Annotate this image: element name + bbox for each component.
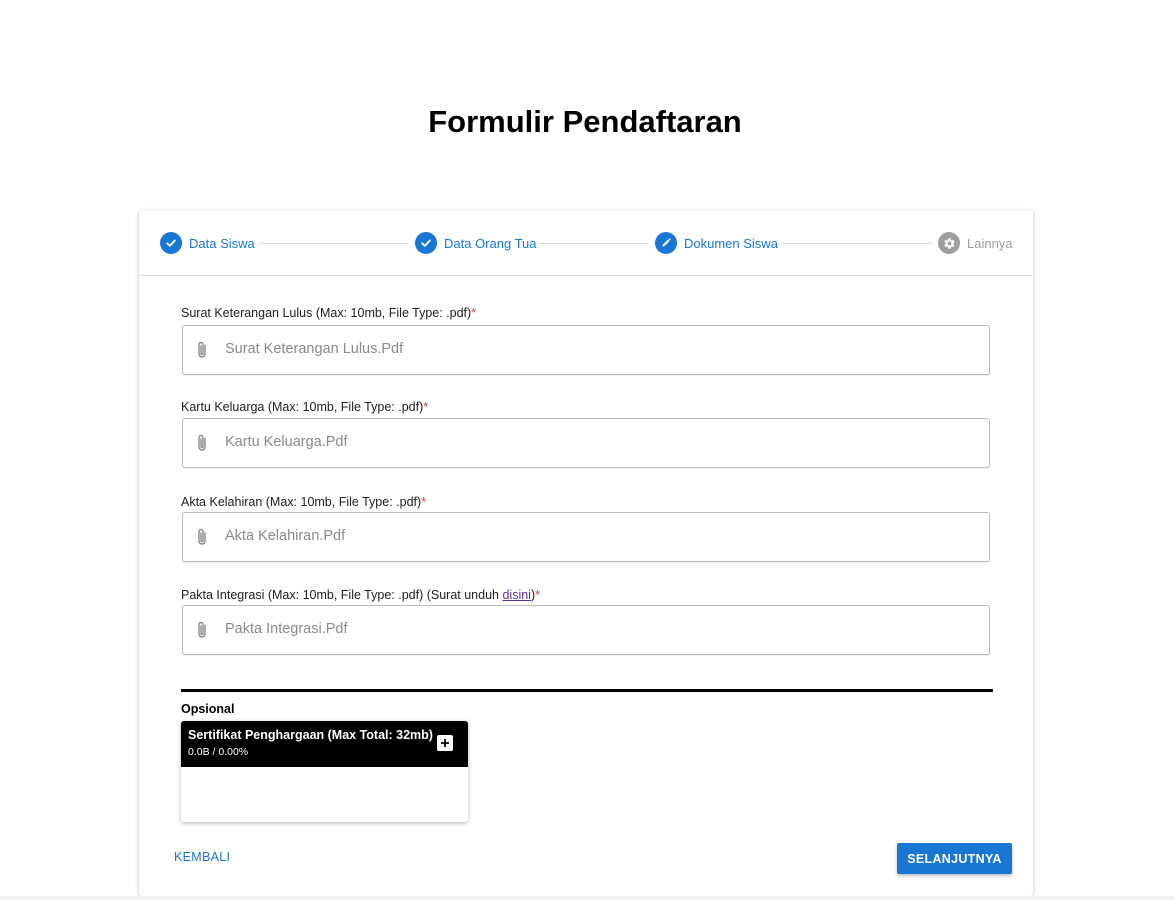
file-input-surat-keterangan-lulus[interactable]: Surat Keterangan Lulus.Pdf: [182, 325, 990, 375]
field-label-surat-keterangan-lulus: Surat Keterangan Lulus (Max: 10mb, File …: [181, 306, 477, 320]
paperclip-icon: [198, 621, 206, 638]
required-mark: *: [421, 495, 427, 509]
section-divider: [181, 689, 993, 692]
registration-card: Data Siswa Data Orang Tua Dokumen Siswa …: [139, 210, 1033, 896]
check-icon: [415, 232, 437, 254]
step-label: Data Siswa: [189, 235, 255, 251]
field-label-kartu-keluarga: Kartu Keluarga (Max: 10mb, File Type: .p…: [181, 400, 429, 414]
required-mark: *: [471, 306, 477, 320]
file-input-akta-kelahiran[interactable]: Akta Kelahiran.Pdf: [182, 512, 990, 562]
step-dokumen-siswa[interactable]: Dokumen Siswa: [655, 232, 778, 254]
step-connector: [538, 243, 648, 244]
field-label-pakta-integrasi: Pakta Integrasi (Max: 10mb, File Type: .…: [181, 588, 541, 602]
file-input-placeholder: Surat Keterangan Lulus.Pdf: [225, 341, 404, 357]
file-input-pakta-integrasi[interactable]: Pakta Integrasi.Pdf: [182, 605, 990, 655]
required-mark: *: [535, 588, 541, 602]
required-mark: *: [423, 400, 429, 414]
download-link[interactable]: disini: [502, 588, 531, 602]
page-title: Formulir Pendaftaran: [428, 104, 742, 139]
paperclip-icon: [198, 341, 206, 358]
file-input-kartu-keluarga[interactable]: Kartu Keluarga.Pdf: [182, 418, 990, 468]
step-data-siswa[interactable]: Data Siswa: [160, 232, 255, 254]
back-button[interactable]: KEMBALI: [174, 850, 230, 864]
file-input-placeholder: Kartu Keluarga.Pdf: [225, 434, 348, 450]
page-bottom-strip: [0, 896, 1174, 900]
optional-section-title: Opsional: [181, 702, 235, 716]
check-icon: [160, 232, 182, 254]
step-connector: [259, 243, 407, 244]
file-input-placeholder: Pakta Integrasi.Pdf: [225, 621, 348, 637]
step-lainnya[interactable]: Lainnya: [938, 232, 1013, 254]
stepper: Data Siswa Data Orang Tua Dokumen Siswa …: [139, 210, 1033, 276]
uploader-header: Sertifikat Penghargaan (Max Total: 32mb)…: [181, 721, 468, 767]
gear-icon: [938, 232, 960, 254]
plus-icon[interactable]: [437, 735, 453, 751]
step-label: Lainnya: [967, 235, 1013, 251]
step-label: Dokumen Siswa: [684, 235, 778, 251]
paperclip-icon: [198, 528, 206, 545]
pencil-icon: [655, 232, 677, 254]
paperclip-icon: [198, 434, 206, 451]
next-button[interactable]: SELANJUTNYA: [897, 843, 1012, 874]
uploader-status: 0.0B / 0.00%: [188, 746, 249, 758]
uploader-title: Sertifikat Penghargaan (Max Total: 32mb): [188, 728, 433, 742]
step-data-orang-tua[interactable]: Data Orang Tua: [415, 232, 537, 254]
step-label: Data Orang Tua: [444, 235, 537, 251]
step-connector: [782, 243, 932, 244]
file-input-placeholder: Akta Kelahiran.Pdf: [225, 528, 346, 544]
field-label-akta-kelahiran: Akta Kelahiran (Max: 10mb, File Type: .p…: [181, 495, 427, 509]
certificate-uploader[interactable]: Sertifikat Penghargaan (Max Total: 32mb)…: [181, 721, 468, 822]
